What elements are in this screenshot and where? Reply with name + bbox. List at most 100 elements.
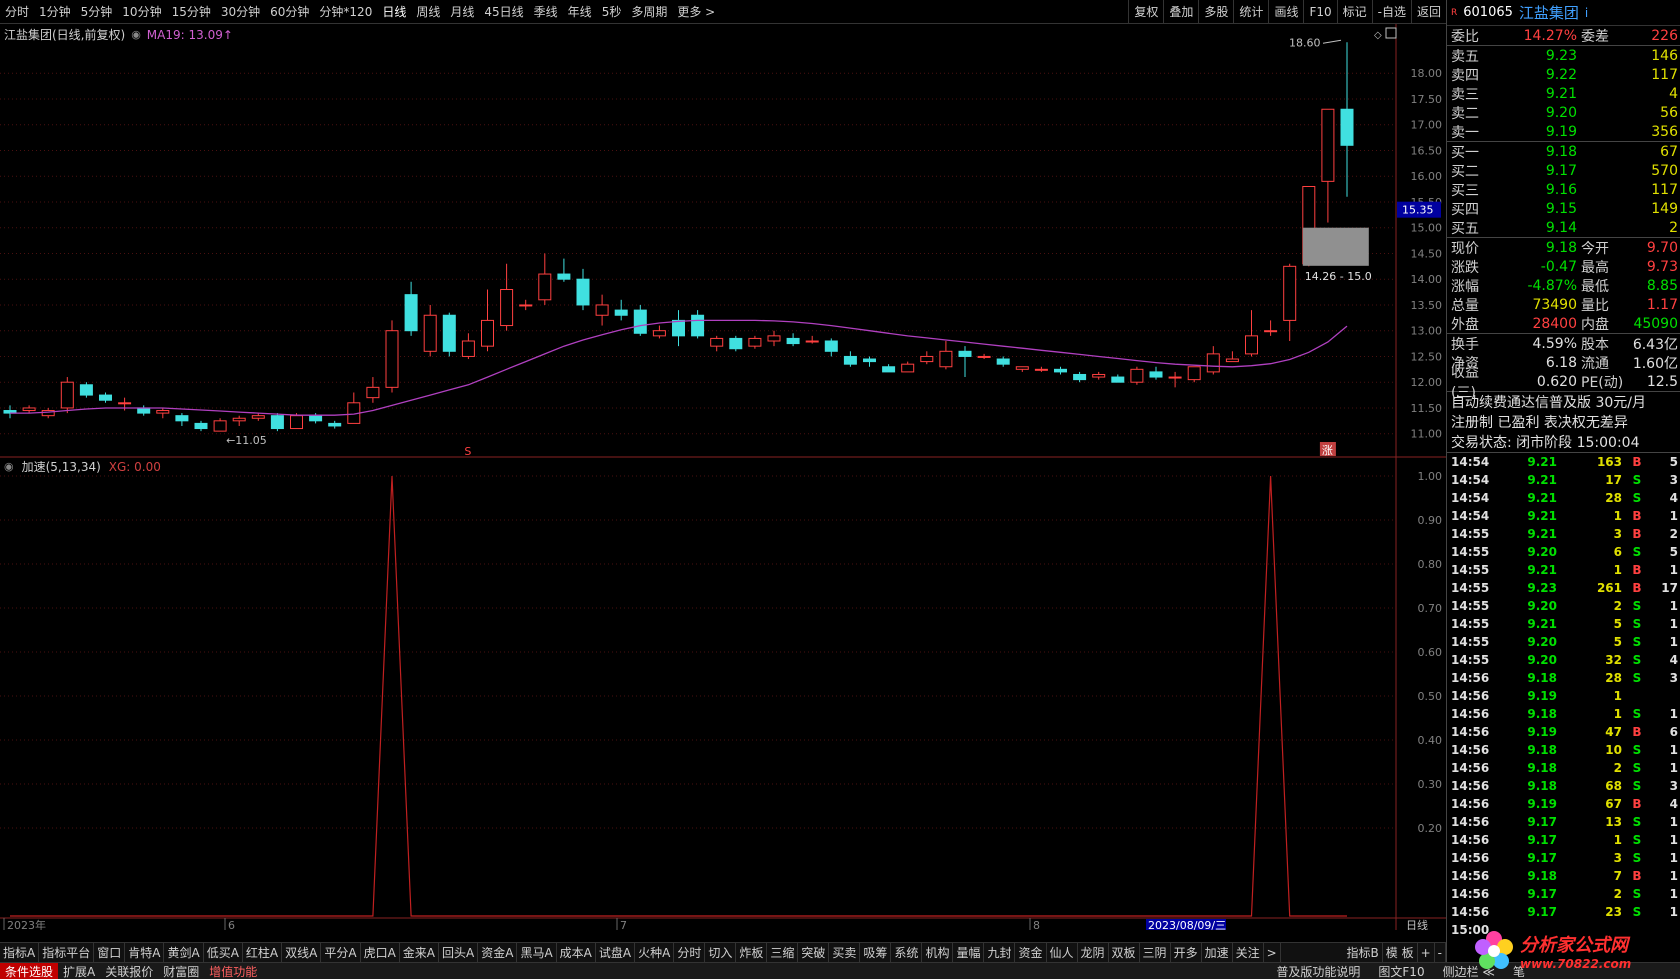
period-tab[interactable]: 日线 <box>377 0 411 23</box>
indicator-tab[interactable]: 双线A <box>282 943 322 962</box>
indicator-tab[interactable]: 炸板 <box>736 943 768 962</box>
status-item[interactable]: 图文F10 <box>1373 963 1429 979</box>
status-item[interactable]: 增值功能 <box>204 963 262 979</box>
indicator-tab[interactable]: 加速 <box>1202 943 1233 962</box>
notice-line[interactable]: 交易状态: 闭市阶段 15:00:04 <box>1447 432 1680 452</box>
tool-button[interactable]: 多股 <box>1198 0 1233 23</box>
order-row[interactable]: 买二 9.17 570 <box>1447 161 1680 180</box>
period-tab[interactable]: 更多 > <box>672 0 720 23</box>
diamond-icon[interactable]: ◇ <box>1374 30 1382 41</box>
status-item[interactable]: 关联报价 <box>100 963 158 979</box>
order-row[interactable]: 卖二 9.20 56 <box>1447 103 1680 122</box>
tick-list[interactable]: 14:54 9.21 163 B 5 14:54 9.21 17 S 3 14:54 9.21 28 S 4… <box>1447 453 1680 973</box>
notice-line[interactable]: 自动续费通达信普及版 30元/月 <box>1447 392 1680 412</box>
indicator-tab[interactable]: 低买A <box>204 943 243 962</box>
tool-button[interactable]: 画线 <box>1268 0 1303 23</box>
order-row[interactable]: 卖一 9.19 356 <box>1447 122 1680 141</box>
period-tab[interactable]: 5秒 <box>597 0 627 23</box>
info-icon[interactable]: i <box>1585 6 1588 20</box>
indicator-tab[interactable]: 虎口A <box>361 943 400 962</box>
indicator-tab[interactable]: 龙阴 <box>1078 943 1109 962</box>
template-tab[interactable]: 模 板 <box>1383 943 1418 962</box>
template-tab[interactable]: - <box>1435 943 1446 962</box>
indicator-tab[interactable]: 试盘A <box>596 943 636 962</box>
settings-circle-icon[interactable]: ◉ <box>131 28 141 41</box>
status-item[interactable]: 条件选股 <box>0 963 59 979</box>
indicator-tab[interactable]: 肯特A <box>125 943 165 962</box>
template-tab[interactable]: 指标B <box>1344 943 1383 962</box>
tick-price: 9.21 <box>1527 527 1557 541</box>
tool-button[interactable]: 统计 <box>1233 0 1268 23</box>
stock-code[interactable]: 601065 <box>1463 5 1513 20</box>
indicator-tab[interactable]: 黄剑A <box>164 943 204 962</box>
indicator-tab[interactable]: 窗口 <box>94 943 126 962</box>
tick-row: 14:56 9.19 47 B 6 <box>1447 723 1680 741</box>
order-row[interactable]: 买三 9.16 117 <box>1447 180 1680 199</box>
period-tab[interactable]: 多周期 <box>626 0 672 23</box>
indicator-tab[interactable]: 分时 <box>674 943 706 962</box>
indicator-tab[interactable]: 火种A <box>635 943 675 962</box>
indicator-tab[interactable]: 回头A <box>439 943 479 962</box>
order-row[interactable]: 卖五 9.23 146 <box>1447 46 1680 65</box>
indicator-tab[interactable]: 机构 <box>922 943 954 962</box>
tool-button[interactable]: F10 <box>1303 0 1336 23</box>
period-tab[interactable]: 10分钟 <box>117 0 166 23</box>
indicator-tab[interactable]: 系统 <box>891 943 923 962</box>
indicator-tab[interactable]: 成本A <box>557 943 596 962</box>
indicator-tab[interactable]: 吸筹 <box>860 943 892 962</box>
kline-chart[interactable]: 18.0017.5017.0016.5016.0015.5015.0014.50… <box>0 24 1446 458</box>
tool-button[interactable]: 叠加 <box>1163 0 1198 23</box>
indicator-tab[interactable]: 平分A <box>321 943 361 962</box>
order-row[interactable]: 卖四 9.22 117 <box>1447 65 1680 84</box>
indicator-tab[interactable]: 切入 <box>705 943 737 962</box>
period-tab[interactable]: 年线 <box>563 0 597 23</box>
template-tab[interactable]: + <box>1418 943 1435 962</box>
indicator-tab[interactable]: 仙人 <box>1047 943 1078 962</box>
status-item[interactable]: 财富圈 <box>158 963 204 979</box>
indicator-tab[interactable]: 开多 <box>1171 943 1202 962</box>
period-tab[interactable]: 30分钟 <box>216 0 265 23</box>
notice-line[interactable]: 注册制 已盈利 表决权无差异 <box>1447 412 1680 432</box>
tool-button[interactable]: 返回 <box>1410 0 1446 23</box>
order-row[interactable]: 买一 9.18 67 <box>1447 142 1680 161</box>
order-row[interactable]: 卖三 9.21 4 <box>1447 84 1680 103</box>
indicator-tab[interactable]: 资金A <box>478 943 518 962</box>
tick-volume: 13 <box>1605 815 1622 829</box>
order-row[interactable]: 买四 9.15 149 <box>1447 199 1680 218</box>
indicator-tab[interactable]: 黑马A <box>517 943 557 962</box>
indicator-tab[interactable]: > <box>1264 943 1281 962</box>
tool-button[interactable]: -自选 <box>1371 0 1411 23</box>
indicator-tab[interactable]: 资金 <box>1015 943 1047 962</box>
indicator-tab[interactable]: 指标平台 <box>39 943 95 962</box>
period-tab[interactable]: 周线 <box>411 0 445 23</box>
indicator-tab[interactable]: 双板 <box>1109 943 1140 962</box>
order-row[interactable]: 买五 9.14 2 <box>1447 218 1680 237</box>
period-tab[interactable]: 分时 <box>0 0 34 23</box>
period-tab[interactable]: 1分钟 <box>34 0 76 23</box>
stock-name[interactable]: 江盐集团 <box>1519 2 1579 23</box>
status-item[interactable]: 普及版功能说明 <box>1271 963 1365 979</box>
period-tab[interactable]: 月线 <box>445 0 479 23</box>
status-item[interactable]: 扩展A <box>58 963 100 979</box>
indicator-tab[interactable]: 九封 <box>984 943 1016 962</box>
indicator-tab[interactable]: 指标A <box>0 943 40 962</box>
period-tab[interactable]: 15分钟 <box>167 0 216 23</box>
window-icon[interactable] <box>1385 27 1397 39</box>
period-tab[interactable]: 60分钟 <box>265 0 314 23</box>
period-tab[interactable]: 5分钟 <box>76 0 118 23</box>
indicator-tab[interactable]: 三缩 <box>767 943 799 962</box>
indicator-tab[interactable]: 红柱A <box>243 943 283 962</box>
tool-button[interactable]: 标记 <box>1336 0 1372 23</box>
indicator-tab[interactable]: 突破 <box>798 943 830 962</box>
indicator-tab[interactable]: 买卖 <box>829 943 861 962</box>
period-tab[interactable]: 季线 <box>529 0 563 23</box>
indicator-chart[interactable]: 1.00 0.90 0.80 0.70 0.60 0.50 0.40 0.30 0.20 2023… <box>0 456 1446 930</box>
period-tab[interactable]: 45日线 <box>479 0 528 23</box>
settings-circle-icon[interactable]: ◉ <box>4 460 14 473</box>
period-tab[interactable]: 分钟*120 <box>314 0 377 23</box>
indicator-tab[interactable]: 三阴 <box>1140 943 1171 962</box>
indicator-tab[interactable]: 金来A <box>400 943 439 962</box>
indicator-tab[interactable]: 量幅 <box>953 943 985 962</box>
tool-button[interactable]: 复权 <box>1128 0 1163 23</box>
indicator-tab[interactable]: 关注 <box>1233 943 1264 962</box>
